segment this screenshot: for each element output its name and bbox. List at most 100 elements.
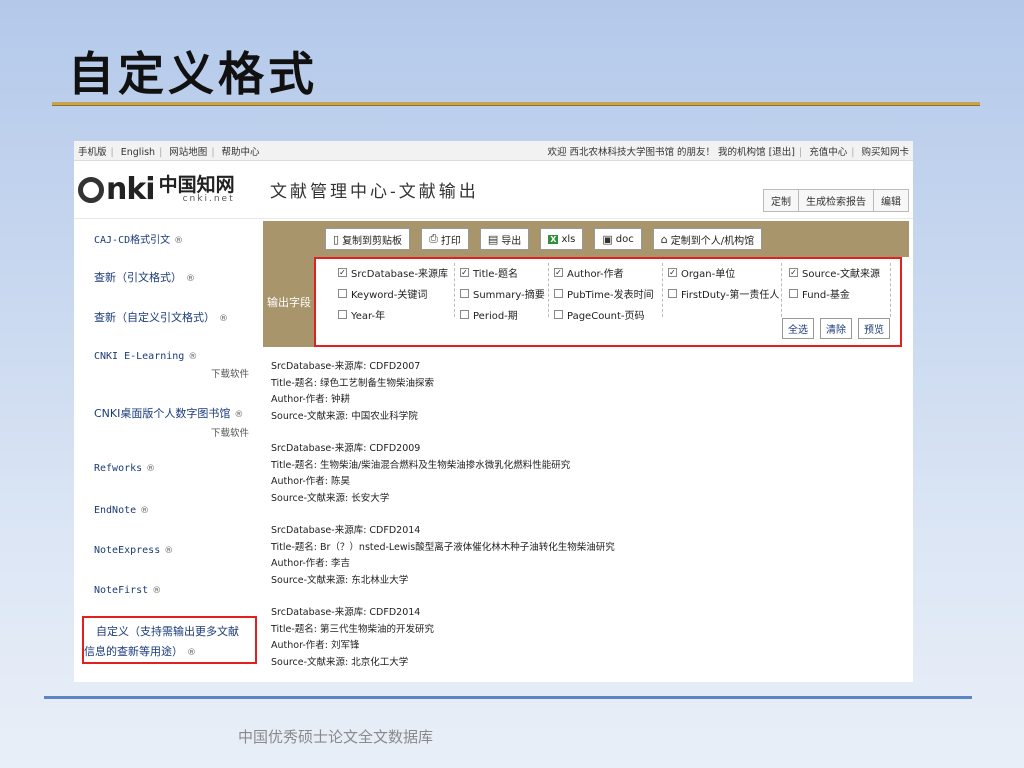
link-logout[interactable]: [退出] bbox=[769, 147, 795, 158]
record-item: SrcDatabase-来源库: CDFD2014 Title-题名: Br（？… bbox=[271, 523, 901, 589]
record-srcdb: SrcDatabase-来源库: CDFD2014 bbox=[271, 607, 421, 618]
checkbox-checked[interactable]: ✓ bbox=[338, 268, 347, 277]
doc-button[interactable]: ▣ doc bbox=[594, 228, 642, 250]
sidebar-item-notefirst[interactable]: NoteFirst ® bbox=[74, 583, 257, 596]
tab-edit[interactable]: 编辑 bbox=[873, 190, 908, 211]
record-item: SrcDatabase-来源库: CDFD2014 Title-题名: 第三代生… bbox=[271, 605, 901, 671]
logo-c-mark bbox=[78, 176, 104, 203]
custom-library-button[interactable]: ⌂ 定制到个人/机构馆 bbox=[652, 228, 763, 250]
checkbox-unchecked[interactable] bbox=[668, 289, 677, 298]
sidebar-item-caj-cd[interactable]: CAJ-CD格式引文 ® bbox=[74, 231, 257, 246]
tab-customize[interactable]: 定制 bbox=[764, 190, 798, 211]
checkbox-unchecked[interactable] bbox=[460, 310, 469, 319]
sidebar-item-novelty-citation[interactable]: 查新（引文格式） ® bbox=[74, 269, 257, 285]
link-buy-card[interactable]: 购买知网卡 bbox=[861, 147, 909, 158]
info-icon: ® bbox=[186, 274, 195, 284]
sidebar-item-desktop-library[interactable]: CNKI桌面版个人数字图书馆 ® 下载软件 bbox=[74, 405, 257, 439]
excel-icon: X bbox=[548, 234, 559, 244]
field-summary[interactable]: Summary-摘要 bbox=[460, 286, 545, 301]
field-title[interactable]: ✓ Title-题名 bbox=[460, 265, 518, 280]
info-icon: ® bbox=[188, 352, 198, 362]
field-firstduty[interactable]: FirstDuty-第一责任人 bbox=[668, 286, 779, 301]
copy-clipboard-button[interactable]: ▯ 复制到剪贴板 bbox=[325, 228, 411, 250]
preview-button[interactable]: 预览 bbox=[858, 318, 890, 339]
download-link[interactable]: 下载软件 bbox=[94, 425, 257, 439]
download-link[interactable]: 下载软件 bbox=[94, 366, 257, 380]
footer-divider bbox=[44, 696, 972, 699]
building-icon: ⌂ bbox=[660, 232, 668, 246]
document-icon: ▤ bbox=[487, 232, 499, 246]
column-divider bbox=[781, 263, 782, 317]
link-sitemap[interactable]: 网站地图 bbox=[169, 147, 207, 158]
output-fields-area: 输出字段 ✓ SrcDatabase-来源库 ✓ Title-题名 ✓ Author-… bbox=[263, 257, 909, 347]
field-pagecount[interactable]: PageCount-页码 bbox=[554, 307, 645, 322]
field-author[interactable]: ✓ Author-作者 bbox=[554, 265, 624, 280]
checkbox-checked[interactable]: ✓ bbox=[668, 268, 677, 277]
printer-icon: ⎙ bbox=[429, 232, 438, 245]
top-links: 手机版 | English | 网站地图 | 帮助中心 bbox=[78, 146, 260, 158]
checkbox-unchecked[interactable] bbox=[460, 289, 469, 298]
field-period[interactable]: Period-期 bbox=[460, 307, 518, 322]
link-mobile[interactable]: 手机版 bbox=[78, 147, 107, 158]
column-divider bbox=[454, 263, 455, 317]
xls-button[interactable]: Xxls bbox=[540, 228, 584, 250]
tab-report[interactable]: 生成检索报告 bbox=[798, 190, 873, 211]
checkbox-checked[interactable]: ✓ bbox=[789, 268, 798, 277]
sidebar-item-noteexpress[interactable]: NoteExpress ® bbox=[74, 543, 257, 556]
sidebar-item-endnote[interactable]: EndNote ® bbox=[74, 503, 257, 516]
export-button[interactable]: ▤ 导出 bbox=[479, 228, 530, 250]
checkbox-unchecked[interactable] bbox=[554, 310, 563, 319]
sidebar-item-refworks[interactable]: Refworks ® bbox=[74, 461, 257, 474]
field-fund[interactable]: Fund-基金 bbox=[789, 286, 850, 301]
checkbox-checked[interactable]: ✓ bbox=[554, 268, 563, 277]
record-item: SrcDatabase-来源库: CDFD2007 Title-题名: 绿色工艺… bbox=[271, 359, 901, 425]
field-actions: 全选 清除 预览 bbox=[782, 318, 890, 339]
logo-cn-block: 中国知网 cnki.net bbox=[158, 173, 235, 204]
welcome-text: 欢迎 西北农林科技大学图书馆 的朋友！ bbox=[547, 146, 715, 158]
clear-button[interactable]: 清除 bbox=[820, 318, 852, 339]
checkbox-checked[interactable]: ✓ bbox=[460, 268, 469, 277]
main-content: ▯ 复制到剪贴板 ⎙ 打印 ▤ 导出 Xxls ▣ doc ⌂ 定制到个人/机构馆 输出字… bbox=[263, 221, 909, 682]
info-icon: ® bbox=[140, 506, 150, 516]
title-divider bbox=[52, 102, 980, 106]
output-fields-box: ✓ SrcDatabase-来源库 ✓ Title-题名 ✓ Author-作者 ✓ O… bbox=[314, 257, 902, 347]
field-organ[interactable]: ✓ Organ-单位 bbox=[668, 265, 735, 280]
checkbox-unchecked[interactable] bbox=[554, 289, 563, 298]
checkbox-unchecked[interactable] bbox=[789, 289, 798, 298]
field-srcdatabase[interactable]: ✓ SrcDatabase-来源库 bbox=[338, 265, 448, 280]
logo-url: cnki.net bbox=[182, 193, 235, 204]
screenshot-panel: 手机版 | English | 网站地图 | 帮助中心 欢迎 西北农林科技大学图书馆 … bbox=[74, 141, 913, 682]
record-title: Title-题名: 绿色工艺制备生物柴油探索 bbox=[271, 377, 435, 389]
field-year[interactable]: Year-年 bbox=[338, 307, 385, 322]
header: nki 中国知网 cnki.net 文献管理中心-文献输出 定制 生成检索报告 … bbox=[74, 161, 913, 219]
record-title: Title-题名: 第三代生物柴油的开发研究 bbox=[271, 623, 435, 635]
page-title: 文献管理中心-文献输出 bbox=[270, 182, 479, 202]
top-bar: 手机版 | English | 网站地图 | 帮助中心 欢迎 西北农林科技大学图书馆 … bbox=[74, 141, 913, 161]
clipboard-icon: ▯ bbox=[333, 232, 340, 246]
field-keyword[interactable]: Keyword-关键词 bbox=[338, 286, 427, 301]
link-english[interactable]: English bbox=[121, 147, 155, 158]
info-icon: ® bbox=[187, 648, 196, 658]
link-help[interactable]: 帮助中心 bbox=[222, 147, 260, 158]
logo-chinese: 中国知网 bbox=[158, 173, 235, 196]
link-my-library[interactable]: 我的机构馆 bbox=[718, 147, 766, 158]
sidebar-item-custom-highlighted[interactable]: 自定义（支持需输出更多文献 信息的查新等用途） ® bbox=[82, 616, 257, 664]
checkbox-unchecked[interactable] bbox=[338, 310, 347, 319]
record-srcdb: SrcDatabase-来源库: CDFD2014 bbox=[271, 525, 421, 536]
sidebar-item-elearning[interactable]: CNKI E-Learning ® 下载软件 bbox=[74, 349, 257, 380]
slide-footer: 中国优秀硕士论文全文数据库 bbox=[238, 728, 434, 746]
info-icon: ® bbox=[146, 464, 156, 474]
cnki-logo[interactable]: nki 中国知网 cnki.net bbox=[78, 172, 254, 207]
sidebar-item-novelty-custom[interactable]: 查新（自定义引文格式） ® bbox=[74, 309, 257, 325]
link-recharge[interactable]: 充值中心 bbox=[809, 147, 847, 158]
print-button[interactable]: ⎙ 打印 bbox=[421, 228, 469, 250]
record-author: Author-作者: 陈昊 bbox=[271, 476, 351, 487]
info-icon: ® bbox=[174, 236, 184, 246]
field-source[interactable]: ✓ Source-文献来源 bbox=[789, 265, 880, 280]
info-icon: ® bbox=[234, 410, 244, 420]
record-source: Source-文献来源: 中国农业科学院 bbox=[271, 410, 418, 422]
select-all-button[interactable]: 全选 bbox=[782, 318, 814, 339]
field-pubtime[interactable]: PubTime-发表时间 bbox=[554, 286, 654, 301]
record-source: Source-文献来源: 东北林业大学 bbox=[271, 574, 409, 586]
checkbox-unchecked[interactable] bbox=[338, 289, 347, 298]
